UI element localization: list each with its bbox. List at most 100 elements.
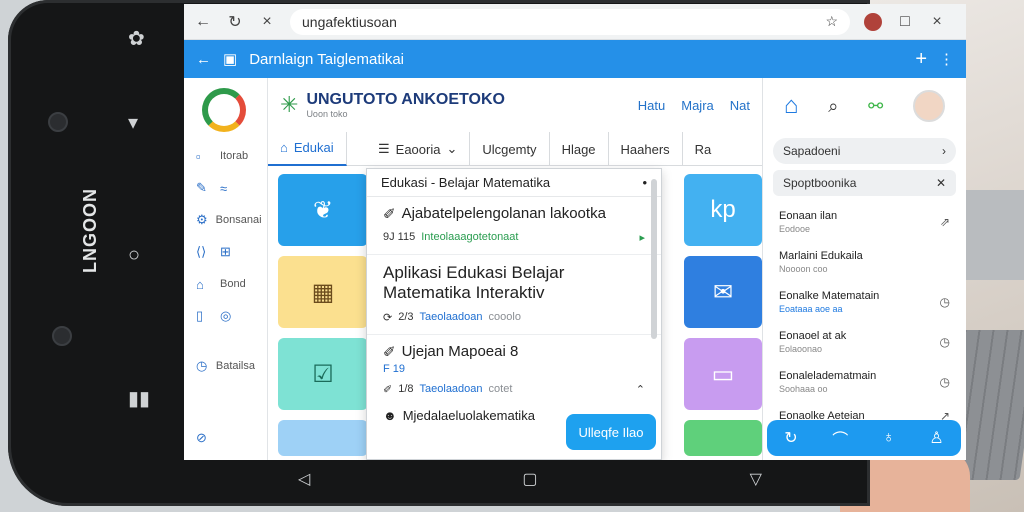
close-icon[interactable]: ✕: [936, 176, 946, 190]
circle-icon[interactable]: ◷: [940, 335, 950, 349]
more-icon[interactable]: ⋮: [939, 50, 954, 68]
sidebar-item-batailsa[interactable]: ◷ Batailsa: [184, 350, 267, 382]
item-meta: Taeolaadoan: [419, 383, 483, 395]
tile-partial[interactable]: [278, 420, 368, 456]
item-meta: Taeolaadoan: [419, 311, 483, 323]
appbar-back-icon[interactable]: ←: [196, 51, 211, 68]
tile-folder[interactable]: ▭: [684, 338, 762, 410]
url-text: ungafektiusoan: [302, 13, 397, 30]
window-minimize-icon[interactable]: □: [896, 13, 914, 31]
item-count: F 19: [383, 363, 406, 375]
item-title: Aplikasi Edukasi Belajar Matematika Inte…: [383, 263, 565, 302]
home-square-icon[interactable]: ▢: [522, 469, 537, 489]
tab-hlage[interactable]: Hlage: [550, 132, 609, 166]
gear-icon: ⚙: [196, 212, 208, 227]
sidebar-item-bonsanai[interactable]: ⚙ Bonsanai: [184, 204, 267, 236]
tile-green[interactable]: [684, 420, 762, 456]
bookmark-icon[interactable]: ⌒: [832, 426, 848, 450]
panel-item-title: Eonaan ilan: [779, 210, 838, 222]
floating-action-button[interactable]: Ulleqfe Ilao: [566, 414, 656, 450]
reload-icon[interactable]: ↻: [226, 12, 244, 32]
scrollbar[interactable]: [651, 179, 657, 339]
sidebar-item-bond[interactable]: ⌂ Bond: [184, 268, 267, 300]
bookmark-icon[interactable]: ☆: [825, 13, 838, 30]
back-icon[interactable]: ←: [194, 13, 212, 31]
share-icon[interactable]: ⚯: [868, 96, 883, 117]
tile-kp[interactable]: kp: [684, 174, 762, 246]
tab-edukai[interactable]: ⌂ Edukai: [268, 131, 347, 166]
dropdown-header: Edukasi - Belajar Matematika •: [367, 169, 661, 197]
panel-list-item[interactable]: Eonaan ilan Eodooe ⇗: [763, 202, 966, 242]
message-icon[interactable]: ▾: [128, 110, 138, 135]
brand-subtitle: Uoon toko: [306, 109, 348, 119]
tab-haahers[interactable]: Haahers: [609, 132, 683, 166]
list-item[interactable]: ✐ Ajabatelpelengolanan lakootka 9J 115 In…: [367, 197, 661, 255]
sidebar: ▫ Itorab ✎ ≈ ⚙ Bonsanai ⟨⟩ ⊞ ⌂ Bond ▯ ◎ …: [184, 78, 268, 460]
refresh-icon[interactable]: ↻: [784, 428, 797, 448]
tab-ulcgemty[interactable]: Ulcgemty: [470, 132, 550, 166]
search-icon[interactable]: ⌕: [828, 96, 838, 117]
list-item[interactable]: ✐ Ujejan Mapoeai 8 F 19 ✐ 1/8 Taeolaadoan…: [367, 335, 661, 406]
pin-icon: ✐: [383, 344, 396, 361]
home-circle-icon[interactable]: ○: [128, 244, 140, 267]
panel-list-item[interactable]: Eonaoel at ak Eolaoonao ◷: [763, 322, 966, 362]
sidebar-item-doc[interactable]: ▯ ◎: [184, 300, 267, 332]
close-tab-icon[interactable]: ×: [258, 13, 276, 31]
circle-icon[interactable]: ◷: [940, 295, 950, 309]
address-bar[interactable]: ungafektiusoan ☆: [290, 8, 850, 35]
panel-pill[interactable]: Sapadoeni ›: [773, 138, 956, 164]
sidebar-item-label: Batailsa: [215, 360, 255, 372]
panel-item-sub: Eoataaa aoe aa: [779, 304, 843, 314]
brand-name: UNGUTOTO ANKOETOKO: [306, 91, 505, 108]
panel-item-title: Eonaleladematmain: [779, 370, 877, 382]
arrow-icon[interactable]: ⇗: [940, 215, 950, 229]
tile-column-right: kp ✉ ▭: [684, 174, 762, 460]
recents-icon[interactable]: ▮▮: [128, 386, 150, 411]
header-links: Hatu Majra Nat: [638, 98, 750, 113]
panel-list-item[interactable]: Marlaini Edukaila Noooon coo: [763, 242, 966, 282]
grid-icon: ⊞: [220, 244, 231, 259]
sidebar-item-label: Bonsanai: [215, 214, 262, 226]
header-link[interactable]: Nat: [730, 98, 750, 113]
user-avatar[interactable]: [913, 90, 946, 122]
person-icon[interactable]: ♙: [929, 428, 943, 448]
panel-pill-selected[interactable]: Spoptboonika ✕: [773, 170, 956, 196]
tab-eaooria[interactable]: ☰ Eaooria ⌄: [366, 132, 471, 166]
chevron-down-icon: ⌄: [446, 141, 458, 156]
panel-list-item[interactable]: Eonaleladematmain Soohaaa oo ◷: [763, 362, 966, 402]
pill-label: Spoptboonika: [783, 176, 857, 190]
panel-item-sub: Eolaoonao: [779, 344, 823, 354]
panel-item-sub: Soohaaa oo: [779, 384, 828, 394]
collapse-icon[interactable]: ⌃: [636, 383, 645, 396]
play-icon[interactable]: ▸: [639, 231, 645, 244]
down-chevron-icon[interactable]: ▽: [750, 469, 762, 489]
sidebar-item-compass[interactable]: ⊘: [184, 422, 267, 454]
tab-ra[interactable]: Ra: [683, 132, 724, 166]
header-link[interactable]: Majra: [681, 98, 714, 113]
back-triangle-icon[interactable]: ◁: [298, 469, 310, 489]
tile-chart[interactable]: ☑: [278, 338, 368, 410]
android-nav-bar: ◁ ▢ ▽: [192, 462, 868, 496]
tile-mail[interactable]: ✉: [684, 256, 762, 328]
add-icon[interactable]: +: [915, 48, 927, 71]
sidebar-item-itorab[interactable]: ▫ Itorab: [184, 140, 267, 172]
tab-label: Ulcgemty: [482, 141, 537, 157]
tile-box[interactable]: ▦: [278, 256, 368, 328]
like-icon[interactable]: ♁: [883, 429, 895, 447]
tile-leaf[interactable]: ❦: [278, 174, 368, 246]
profile-avatar[interactable]: [864, 12, 882, 31]
header-link[interactable]: Hatu: [638, 98, 665, 113]
chevron-right-icon: ›: [942, 144, 946, 158]
circle-icon[interactable]: ◷: [940, 375, 950, 389]
emoji-icon: ☻: [383, 408, 397, 423]
settings-icon[interactable]: ✿: [128, 26, 145, 51]
sidebar-item-code[interactable]: ⟨⟩ ⊞: [184, 236, 267, 268]
panel-list-item[interactable]: Eonalke Matematain Eoataaa aoe aa ◷: [763, 282, 966, 322]
pencil-icon: ✎: [196, 180, 207, 195]
home-icon[interactable]: ⌂: [784, 92, 799, 120]
window-close-icon[interactable]: ×: [928, 13, 946, 31]
item-count: 9J 115: [383, 231, 416, 243]
sidebar-item-pencil[interactable]: ✎ ≈: [184, 172, 267, 204]
list-item[interactable]: Aplikasi Edukasi Belajar Matematika Inte…: [367, 255, 661, 335]
mail-icon: ✉: [712, 278, 734, 306]
